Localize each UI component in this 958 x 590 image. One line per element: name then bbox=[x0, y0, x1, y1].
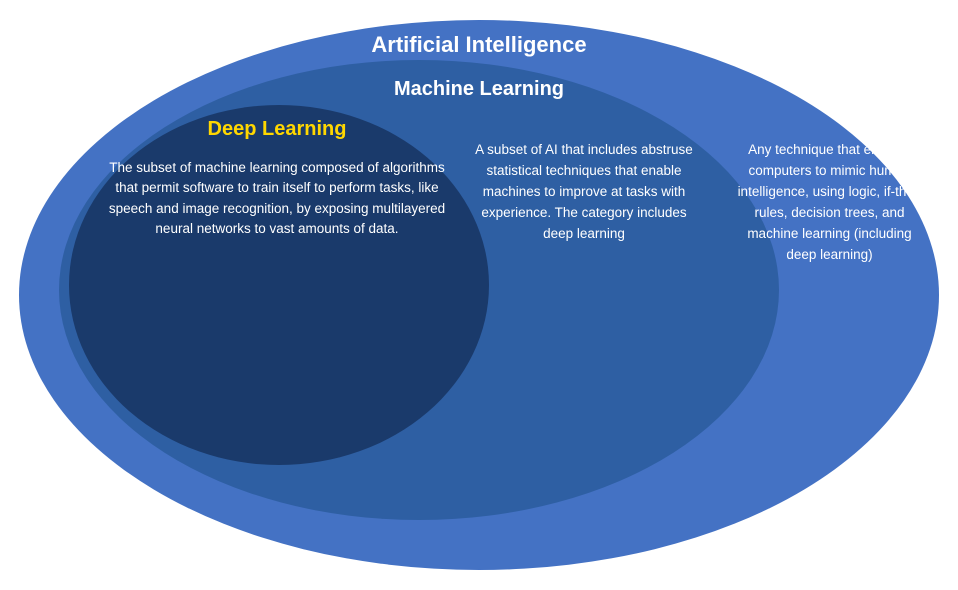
dl-description: The subset of machine learning composed … bbox=[77, 158, 477, 239]
dl-title: Deep Learning bbox=[77, 118, 477, 141]
ml-title: Machine Learning bbox=[9, 78, 949, 101]
ml-description: A subset of AI that includes abstruse st… bbox=[469, 140, 699, 245]
ai-title: Artificial Intelligence bbox=[9, 32, 949, 58]
diagram-container: Artificial Intelligence Machine Learning… bbox=[9, 10, 949, 580]
ai-description: Any technique that enables computers to … bbox=[732, 140, 927, 266]
